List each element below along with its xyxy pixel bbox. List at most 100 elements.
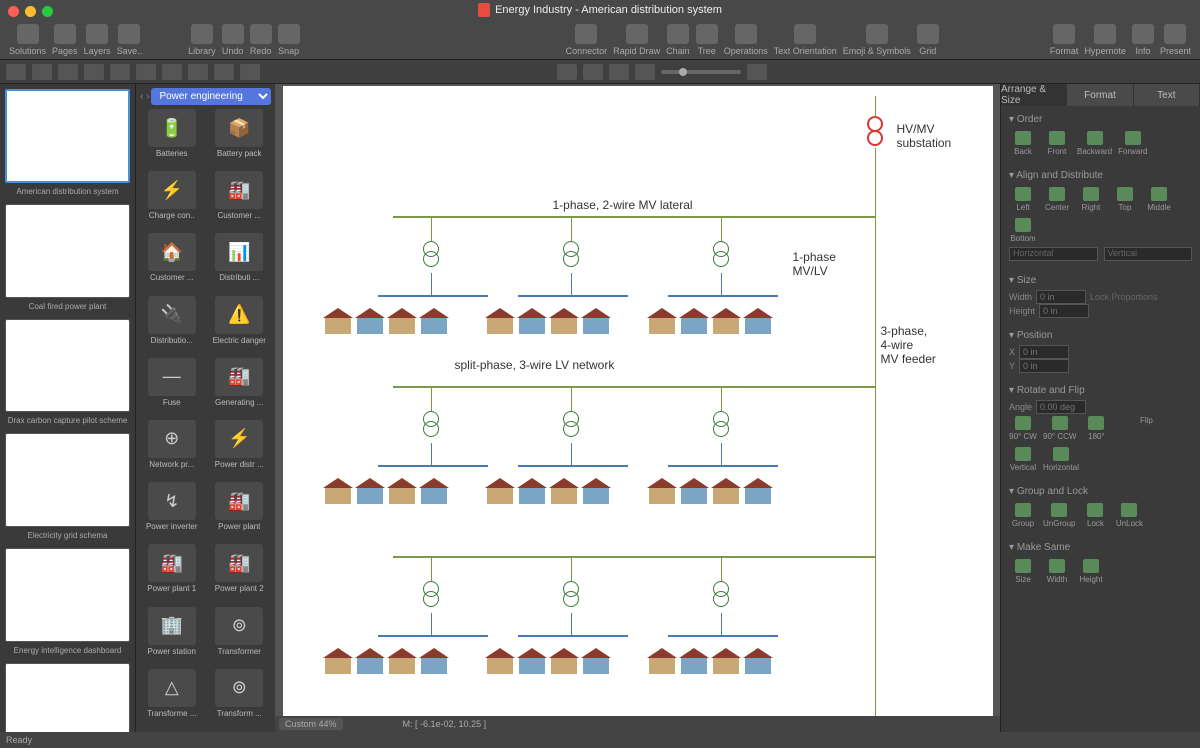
pen-tool-icon[interactable]	[136, 64, 156, 80]
library-item[interactable]: 🏠Customer ...	[140, 233, 204, 291]
fit-icon[interactable]	[635, 64, 655, 80]
house-icon[interactable]	[387, 478, 417, 504]
library-select[interactable]: Power engineering	[151, 88, 271, 105]
tool-rapid-draw[interactable]: Rapid Draw	[613, 24, 660, 56]
house-icon[interactable]	[323, 308, 353, 334]
house-icon[interactable]	[549, 308, 579, 334]
house-icon[interactable]	[419, 308, 449, 334]
tool-info[interactable]: Info	[1132, 24, 1154, 56]
tool-redo[interactable]: Redo	[250, 24, 272, 56]
tool-layers[interactable]: Layers	[84, 24, 111, 56]
tool-operations[interactable]: Operations	[724, 24, 768, 56]
house-icon[interactable]	[517, 648, 547, 674]
insp-height-button[interactable]: Height	[1077, 559, 1105, 584]
house-icon[interactable]	[517, 308, 547, 334]
insp-lock-button[interactable]: Lock	[1081, 503, 1109, 528]
y-input[interactable]	[1019, 359, 1069, 373]
tool-grid[interactable]: Grid	[917, 24, 939, 56]
house-icon[interactable]	[581, 648, 611, 674]
insp-ungroup-button[interactable]: UnGroup	[1043, 503, 1075, 528]
house-icon[interactable]	[679, 308, 709, 334]
zoom-slider[interactable]	[661, 70, 741, 74]
house-icon[interactable]	[485, 308, 515, 334]
house-icon[interactable]	[711, 478, 741, 504]
tool-text-orientation[interactable]: Text Orientation	[774, 24, 837, 56]
library-item[interactable]: 🏢Power station	[140, 607, 204, 665]
tool-undo[interactable]: Undo	[222, 24, 244, 56]
zoom-out-icon[interactable]	[609, 64, 629, 80]
library-item[interactable]: ↯Power inverter	[140, 482, 204, 540]
tool-tree[interactable]: Tree	[696, 24, 718, 56]
tool-emoji-symbols[interactable]: Emoji & Symbols	[843, 24, 911, 56]
house-icon[interactable]	[549, 478, 579, 504]
library-item[interactable]: ⊚Transformer	[208, 607, 272, 665]
lock-prop[interactable]: Lock Proportions	[1090, 292, 1158, 302]
zoom-tool-icon[interactable]	[557, 64, 577, 80]
tool-format[interactable]: Format	[1050, 24, 1079, 56]
insp-right-button[interactable]: Right	[1077, 187, 1105, 212]
library-item[interactable]: 🏭Power plant 2	[208, 544, 272, 602]
zoom-100-icon[interactable]	[747, 64, 767, 80]
insp-unlock-button[interactable]: UnLock	[1115, 503, 1143, 528]
page-thumbnail[interactable]	[5, 433, 130, 527]
brush-tool-icon[interactable]	[188, 64, 208, 80]
insp-front-button[interactable]: Front	[1043, 131, 1071, 156]
insp-group-button[interactable]: Group	[1009, 503, 1037, 528]
tab-format[interactable]: Format	[1067, 84, 1133, 106]
pencil-tool-icon[interactable]	[162, 64, 182, 80]
house-icon[interactable]	[419, 478, 449, 504]
house-icon[interactable]	[485, 478, 515, 504]
insp-bottom-button[interactable]: Bottom	[1009, 218, 1037, 243]
shape-tool-icon[interactable]	[84, 64, 104, 80]
library-item[interactable]: 🔋Batteries	[140, 109, 204, 167]
library-item[interactable]: ⊚Transform ...	[208, 669, 272, 727]
flip-vertical[interactable]: Vertical	[1009, 447, 1037, 472]
insp-left-button[interactable]: Left	[1009, 187, 1037, 212]
tool-save-[interactable]: Save..	[117, 24, 143, 56]
insp-center-button[interactable]: Center	[1043, 187, 1071, 212]
library-item[interactable]: 📦Battery pack	[208, 109, 272, 167]
house-icon[interactable]	[743, 478, 773, 504]
page-thumbnail[interactable]	[5, 548, 130, 642]
transformer-icon[interactable]	[423, 241, 439, 273]
tool-present[interactable]: Present	[1160, 24, 1191, 56]
rotate-90-ccw[interactable]: 90° CCW	[1043, 416, 1076, 441]
tab-arrange[interactable]: Arrange & Size	[1001, 84, 1067, 106]
house-icon[interactable]	[323, 478, 353, 504]
library-item[interactable]: 🏭Generating ...	[208, 358, 272, 416]
canvas[interactable]: HV/MV substation 3-phase, 4-wire MV feed…	[283, 86, 993, 716]
house-icon[interactable]	[485, 648, 515, 674]
library-item[interactable]: ⚠️Electric danger	[208, 296, 272, 354]
tool-snap[interactable]: Snap	[278, 24, 300, 56]
transformer-icon[interactable]	[563, 241, 579, 273]
page-thumbnail[interactable]	[5, 319, 130, 413]
library-item[interactable]: 🏭Customer ...	[208, 171, 272, 229]
minimize-window-icon[interactable]	[25, 6, 36, 17]
insp-forward-button[interactable]: Forward	[1118, 131, 1147, 156]
transformer-icon[interactable]	[563, 411, 579, 443]
pointer-tool-icon[interactable]	[6, 64, 26, 80]
page-thumbnail[interactable]	[5, 89, 130, 183]
house-icon[interactable]	[679, 478, 709, 504]
insp-top-button[interactable]: Top	[1111, 187, 1139, 212]
library-item[interactable]: △Transforme ...	[140, 669, 204, 727]
house-icon[interactable]	[581, 478, 611, 504]
house-icon[interactable]	[355, 308, 385, 334]
house-icon[interactable]	[517, 478, 547, 504]
transformer-icon[interactable]	[423, 581, 439, 613]
close-window-icon[interactable]	[8, 6, 19, 17]
house-icon[interactable]	[387, 308, 417, 334]
distribute-v[interactable]: Vertical	[1104, 247, 1193, 261]
house-icon[interactable]	[679, 648, 709, 674]
library-item[interactable]: 🏭Power plant	[208, 482, 272, 540]
width-input[interactable]	[1036, 290, 1086, 304]
house-icon[interactable]	[355, 478, 385, 504]
mv-symbol-icon[interactable]	[867, 130, 883, 146]
library-item[interactable]: 📊Distributi ...	[208, 233, 272, 291]
crop-tool-icon[interactable]	[240, 64, 260, 80]
rotate-180-[interactable]: 180°	[1082, 416, 1110, 441]
house-icon[interactable]	[355, 648, 385, 674]
eraser-tool-icon[interactable]	[214, 64, 234, 80]
house-icon[interactable]	[711, 308, 741, 334]
transformer-icon[interactable]	[713, 581, 729, 613]
